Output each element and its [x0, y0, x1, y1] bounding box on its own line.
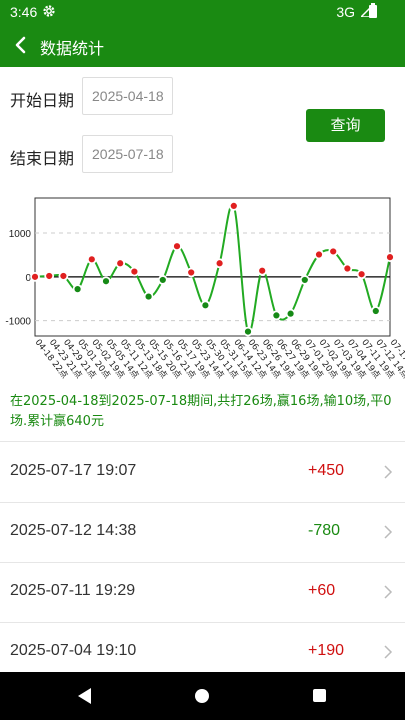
chevron-right-icon [384, 465, 393, 479]
start-date-field[interactable]: 2025-04-18 [82, 77, 173, 115]
data-point [115, 258, 126, 269]
data-point [385, 252, 395, 263]
end-date-field[interactable]: 2025-07-18 [82, 135, 173, 173]
y-tick-label: -1000 [5, 317, 31, 328]
data-point [342, 263, 353, 274]
data-point [271, 310, 282, 321]
y-tick-label: 1000 [9, 229, 32, 240]
data-point [328, 246, 339, 257]
data-point [257, 265, 268, 276]
data-point [58, 271, 69, 281]
data-point [200, 300, 211, 311]
data-point [243, 326, 253, 337]
data-point [30, 271, 40, 282]
status-time: 3:46 [10, 4, 38, 20]
record-amount: +450 [308, 462, 345, 479]
record-amount: +60 [308, 582, 336, 599]
data-point [228, 200, 239, 211]
start-date-label: 开始日期 [10, 91, 75, 110]
data-point [44, 271, 55, 281]
data-point [285, 308, 296, 319]
data-point [370, 306, 381, 316]
chevron-right-icon [384, 525, 393, 539]
status-bar: 3:46 3G [0, 0, 405, 24]
data-point [172, 241, 182, 252]
system-nav-bar [0, 672, 405, 720]
data-point [143, 291, 154, 302]
nav-back-icon[interactable] [78, 688, 92, 704]
summary-text: 在2025-04-18到2025-07-18期间,共打26场,赢16场,输10场… [10, 394, 392, 429]
record-amount: -780 [308, 522, 341, 539]
data-point [186, 267, 197, 278]
record-datetime: 2025-07-11 19:29 [10, 582, 136, 599]
series-line [34, 203, 391, 334]
network-type: 3G [336, 4, 355, 20]
data-point [157, 275, 168, 285]
data-point [101, 276, 111, 287]
data-point [314, 249, 324, 260]
back-arrow-icon[interactable] [10, 34, 32, 56]
data-point [86, 254, 97, 265]
nav-recent-apps-icon[interactable] [313, 689, 326, 702]
win-loss-line-chart: 10000-100004-18 22点04-23 21点04-29 21点05-… [5, 197, 405, 381]
record-row[interactable]: 2025-07-12 14:38 -780 [0, 502, 405, 562]
nav-home-icon[interactable] [195, 689, 209, 703]
chevron-right-icon [384, 645, 393, 659]
app-bar: 数据统计 [0, 24, 405, 67]
battery-icon [369, 3, 377, 18]
plot-frame [34, 197, 391, 337]
record-amount: +190 [308, 642, 345, 659]
data-point [356, 269, 367, 280]
record-datetime: 2025-07-17 19:07 [10, 462, 137, 479]
end-date-label: 结束日期 [10, 149, 75, 168]
data-point [299, 275, 310, 285]
data-point [129, 266, 140, 277]
page-title: 数据统计 [40, 39, 105, 58]
settings-gear-icon [43, 5, 55, 17]
query-button[interactable]: 查询 [306, 109, 385, 142]
record-datetime: 2025-07-12 14:38 [10, 522, 137, 539]
data-point [214, 258, 225, 269]
record-row[interactable]: 2025-07-11 19:29 +60 [0, 562, 405, 622]
record-datetime: 2025-07-04 19:10 [10, 642, 137, 659]
data-point [72, 284, 83, 295]
record-row[interactable]: 2025-07-17 19:07 +450 [0, 442, 405, 502]
chevron-right-icon [384, 585, 393, 599]
